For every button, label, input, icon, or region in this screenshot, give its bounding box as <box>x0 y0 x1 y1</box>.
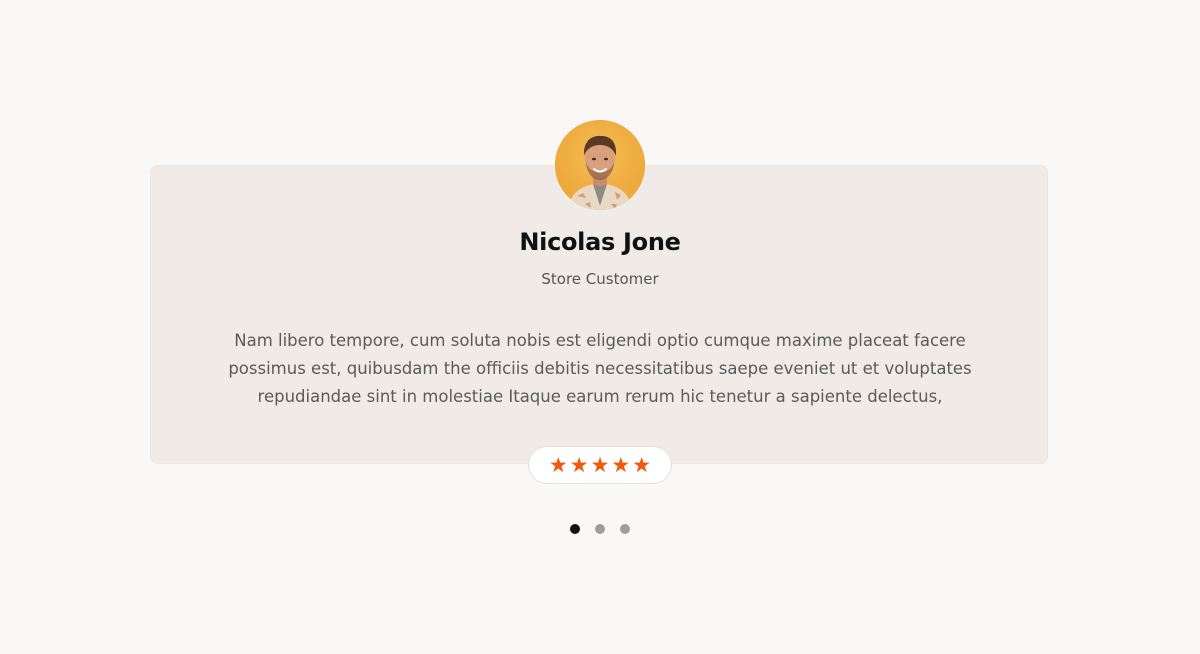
testimonial-section: Nicolas Jone Store Customer Nam libero t… <box>0 0 1200 654</box>
star-icon: ★ <box>590 452 610 477</box>
star-icon: ★ <box>548 452 568 477</box>
pagination-dot[interactable] <box>595 524 605 534</box>
avatar-photo-icon <box>555 120 645 210</box>
slider-pagination <box>0 524 1200 534</box>
star-icon: ★ <box>569 452 589 477</box>
customer-name: Nicolas Jone <box>519 228 681 256</box>
star-icon: ★ <box>611 452 631 477</box>
star-rating: ★ ★ ★ ★ ★ <box>528 446 672 484</box>
pagination-dot[interactable] <box>620 524 630 534</box>
pagination-dot[interactable] <box>570 524 580 534</box>
avatar <box>555 120 645 210</box>
customer-role: Store Customer <box>541 270 659 288</box>
testimonial-quote: Nam libero tempore, cum soluta nobis est… <box>228 331 972 406</box>
star-icon: ★ <box>632 452 652 477</box>
